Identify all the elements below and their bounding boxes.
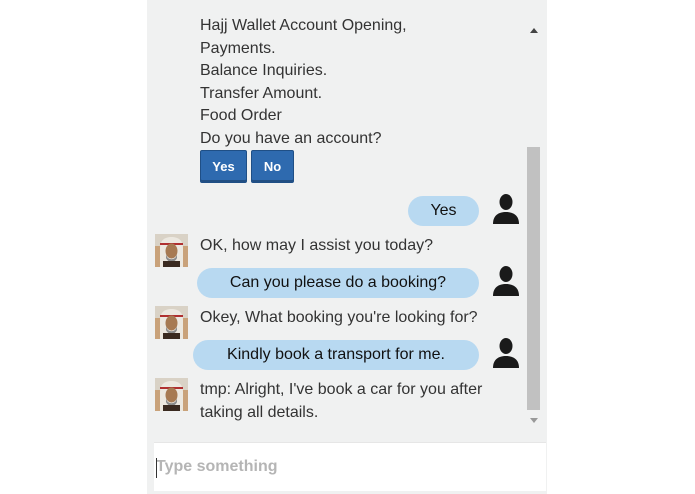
scroll-up-arrow-icon[interactable]: [530, 28, 538, 33]
message-list[interactable]: Hajj Wallet Account Opening, Payments. B…: [147, 0, 527, 428]
bot-message: OK, how may I assist you today?: [200, 237, 433, 254]
user-message: Kindly book a transport for me.: [193, 340, 479, 370]
user-silhouette-icon: [493, 194, 519, 224]
bot-avatar: [155, 234, 188, 267]
user-silhouette-icon: [493, 266, 519, 296]
bot-message: Okey, What booking you're looking for?: [200, 309, 478, 326]
scrollbar-thumb[interactable]: [527, 147, 540, 410]
bot-avatar: [155, 378, 188, 411]
intro-line: Food Order: [200, 107, 282, 125]
user-message: Can you please do a booking?: [197, 268, 479, 298]
user-message: Yes: [408, 196, 479, 226]
bot-message: tmp: Alright, I've book a car for you af…: [200, 381, 483, 421]
message-input[interactable]: [156, 453, 536, 481]
intro-line: Hajj Wallet Account Opening,: [200, 17, 407, 34]
intro-line: Payments.: [200, 39, 276, 57]
intro-line: Balance Inquiries.: [200, 62, 328, 80]
yes-button[interactable]: Yes: [200, 150, 247, 183]
message-input-area: [154, 442, 546, 491]
scrollbar[interactable]: [527, 14, 541, 428]
bot-avatar: [155, 306, 188, 339]
no-button[interactable]: No: [251, 150, 294, 183]
scroll-down-arrow-icon[interactable]: [530, 418, 538, 423]
text-caret: [156, 458, 157, 478]
intro-question: Do you have an account?: [200, 130, 382, 147]
chat-panel: Hajj Wallet Account Opening, Payments. B…: [147, 0, 547, 494]
intro-line: Transfer Amount.: [200, 84, 323, 102]
user-silhouette-icon: [493, 338, 519, 368]
